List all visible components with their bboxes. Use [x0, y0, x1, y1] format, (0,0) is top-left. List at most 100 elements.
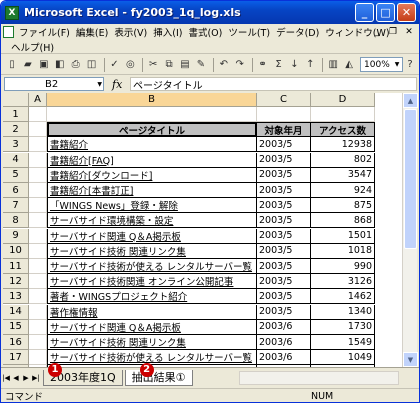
menu-view[interactable]: 表示(V) [112, 25, 151, 39]
scroll-thumb[interactable] [404, 109, 417, 249]
undo-icon[interactable]: ↶ [217, 57, 231, 72]
hyperlink-icon[interactable]: ⚭ [256, 57, 270, 72]
sort-descending-icon[interactable]: ↑ [303, 57, 317, 72]
table-cell[interactable]: 802 [311, 152, 375, 168]
table-cell[interactable]: 875 [311, 198, 375, 214]
table-cell[interactable]: 2003/6 [257, 335, 311, 350]
table-cell[interactable]: 1501 [311, 228, 375, 244]
horizontal-scrollbar[interactable] [239, 371, 399, 385]
chevron-down-icon[interactable]: ▼ [97, 78, 102, 90]
row-header[interactable]: 14 [3, 304, 29, 320]
autosum-icon[interactable]: Σ [272, 57, 286, 72]
table-cell[interactable]: 2003/5 [257, 243, 311, 259]
column-header-a[interactable]: A [29, 93, 47, 107]
table-cell[interactable]: サーバサイド技術が使える レンタルサーバー覧 [47, 350, 257, 366]
row-header[interactable]: 15 [3, 319, 29, 335]
table-cell[interactable]: サーバサイド技術関連 オンライン公開記事 [47, 274, 257, 290]
maximize-button[interactable]: □ [376, 3, 395, 22]
insert-function-icon[interactable]: fx [112, 78, 130, 91]
prev-sheet-icon[interactable]: ◀ [11, 371, 21, 385]
table-header-cell[interactable]: 対象年月 [257, 122, 311, 138]
zoom-select[interactable]: 100% ▼ [360, 57, 404, 72]
table-cell[interactable]: 書籍紹介 [47, 137, 257, 153]
table-cell[interactable]: 3126 [311, 274, 375, 290]
table-cell[interactable]: 書籍紹介[ダウンロード] [47, 167, 257, 183]
select-all-corner[interactable] [3, 93, 29, 107]
table-cell[interactable]: サーバサイド環境構築・設定 [47, 213, 257, 229]
table-cell[interactable]: 1549 [311, 335, 375, 350]
table-cell[interactable]: 2003/5 [257, 183, 311, 198]
row-header[interactable]: 11 [3, 259, 29, 274]
table-header-cell[interactable]: アクセス数 [311, 122, 375, 138]
table-cell[interactable]: 2003/6 [257, 350, 311, 366]
cell[interactable] [47, 107, 257, 122]
sheet-tab-2003-1q[interactable]: 1 2003年度1Q [43, 362, 123, 386]
row-header[interactable]: 5 [3, 167, 29, 183]
sort-ascending-icon[interactable]: ↓ [287, 57, 301, 72]
row-header[interactable]: 10 [3, 243, 29, 259]
row-header[interactable]: 1 [3, 107, 29, 122]
worksheet-grid[interactable]: A B C D 1 2 ページタイトル 対象年月 アクセス数 3 書籍紹介 2003/5 12938 4 書… [3, 93, 407, 367]
menu-format[interactable]: 書式(O) [186, 25, 226, 39]
table-cell[interactable]: 1730 [311, 319, 375, 335]
table-cell[interactable]: 著作権情報 [47, 304, 257, 320]
menu-file[interactable]: ファイル(F) [17, 25, 74, 39]
close-button[interactable]: ✕ [397, 3, 416, 22]
row-header[interactable]: 17 [3, 350, 29, 366]
menu-edit[interactable]: 編集(E) [74, 25, 112, 39]
table-cell[interactable]: 924 [311, 183, 375, 198]
sheet-tab-extract-result[interactable]: 2 抽出結果① [124, 362, 193, 386]
print-preview-icon[interactable]: ◫ [85, 57, 99, 72]
table-cell[interactable]: 990 [311, 259, 375, 274]
save-icon[interactable]: ▣ [37, 57, 51, 72]
column-header-b[interactable]: B [47, 93, 257, 107]
menu-help[interactable]: ヘルプ(H) [9, 40, 58, 54]
cell[interactable] [29, 198, 47, 214]
scroll-down-icon[interactable]: ▼ [403, 352, 418, 367]
menu-insert[interactable]: 挿入(I) [151, 25, 186, 39]
cell[interactable] [29, 213, 47, 229]
print-icon[interactable]: ⎙ [69, 57, 83, 72]
row-header[interactable]: 6 [3, 183, 29, 198]
paste-icon[interactable]: ▤ [178, 57, 192, 72]
permission-icon[interactable]: ◧ [53, 57, 67, 72]
formula-input[interactable]: ページタイトル [130, 77, 417, 92]
table-cell[interactable]: サーバサイド技術 関連リンク集 [47, 243, 257, 259]
table-cell[interactable]: 書籍紹介[FAQ] [47, 152, 257, 168]
title-bar[interactable]: X Microsoft Excel - fy2003_1q_log.xls _ … [1, 1, 419, 24]
cell[interactable] [29, 259, 47, 274]
cell[interactable] [29, 228, 47, 244]
open-icon[interactable]: ▰ [21, 57, 35, 72]
table-cell[interactable]: サーバサイド関連 Q＆A掲示板 [47, 228, 257, 244]
row-header[interactable]: 8 [3, 213, 29, 229]
table-cell[interactable]: サーバサイド技術が使える レンタルサーバー覧 [47, 259, 257, 274]
table-cell[interactable]: 著者・WINGSプロジェクト紹介 [47, 289, 257, 305]
redo-icon[interactable]: ↷ [233, 57, 247, 72]
menu-tools[interactable]: ツール(T) [226, 25, 274, 39]
drawing-icon[interactable]: ◭ [342, 57, 356, 72]
cell[interactable] [29, 183, 47, 198]
table-cell[interactable]: サーバサイド技術 関連リンク集 [47, 335, 257, 350]
table-cell[interactable]: 「WINGS News」登録・解除 [47, 198, 257, 214]
cell[interactable] [29, 335, 47, 350]
excel-app-icon[interactable]: X [5, 5, 19, 20]
cell[interactable] [257, 107, 311, 122]
cell[interactable] [29, 122, 47, 138]
menu-data[interactable]: データ(D) [274, 25, 323, 39]
cell[interactable] [29, 167, 47, 183]
table-cell[interactable]: 2003/5 [257, 289, 311, 305]
row-header[interactable]: 13 [3, 289, 29, 305]
table-cell[interactable]: 書籍紹介[本書訂正] [47, 183, 257, 198]
next-sheet-icon[interactable]: ▶ [21, 371, 31, 385]
table-cell[interactable]: 2003/5 [257, 152, 311, 168]
table-cell[interactable]: 2003/6 [257, 319, 311, 335]
cell[interactable] [311, 107, 375, 122]
cell[interactable] [29, 289, 47, 305]
research-icon[interactable]: ◎ [123, 57, 137, 72]
table-cell[interactable]: 1018 [311, 243, 375, 259]
doc-restore-icon[interactable]: ❐ [387, 26, 399, 38]
table-cell[interactable]: 2003/5 [257, 167, 311, 183]
table-cell[interactable]: 1340 [311, 304, 375, 320]
row-header[interactable]: 2 [3, 122, 29, 138]
copy-icon[interactable]: ⧉ [162, 57, 176, 72]
